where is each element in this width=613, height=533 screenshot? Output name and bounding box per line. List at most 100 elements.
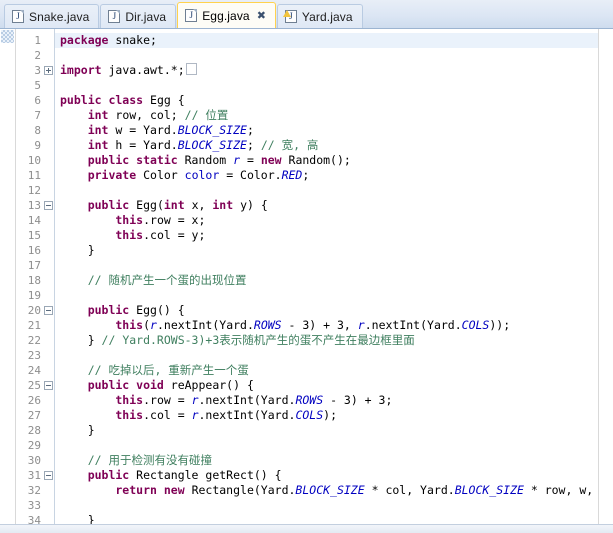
code-line[interactable]: }	[55, 423, 598, 438]
code-token-kw: public	[60, 303, 137, 317]
line-number: 6	[34, 94, 41, 107]
fold-expand-icon[interactable]	[44, 66, 53, 75]
code-line[interactable]: int w = Yard.BLOCK_SIZE;	[55, 123, 598, 138]
line-number: 1	[34, 34, 41, 47]
code-line[interactable]: }	[55, 243, 598, 258]
code-token-plain: Random	[184, 153, 234, 167]
code-token-plain: reAppear() {	[170, 378, 254, 392]
code-line[interactable]: this(r.nextInt(Yard.ROWS - 3) + 3, r.nex…	[55, 318, 598, 333]
editor-tab-dir-java[interactable]: Dir.java	[100, 4, 177, 28]
code-line[interactable]: // 用于检测有没有碰撞	[55, 453, 598, 468]
code-token-kw: int	[163, 198, 192, 212]
editor-body: 1 2 3 5 6 7 8 9 10 11 12 13 14 15 16 17 18 19 20 21 22 23 24 25…	[0, 29, 613, 524]
code-line[interactable]: public static Random r = new Random();	[55, 153, 598, 168]
code-token-kw: int	[60, 108, 116, 122]
java-file-icon	[12, 10, 24, 23]
code-line[interactable]: } // Yard.ROWS-3)+3表示随机产生的蛋不产生在最边框里面	[55, 333, 598, 348]
code-line[interactable]: int h = Yard.BLOCK_SIZE; // 宽, 高	[55, 138, 598, 153]
code-token-plain: (	[143, 318, 151, 332]
code-line[interactable]	[55, 48, 598, 63]
code-token-plain: Egg {	[150, 93, 185, 107]
code-line-current[interactable]: package snake;	[55, 33, 598, 48]
fold-cell	[43, 288, 54, 303]
code-line[interactable]: this.row = r.nextInt(Yard.ROWS - 3) + 3;	[55, 393, 598, 408]
fold-cell[interactable]	[43, 198, 54, 213]
line-number-ruler: 1 2 3 5 6 7 8 9 10 11 12 13 14 15 16 17 18 19 20 21 22 23 24 25…	[16, 29, 43, 524]
line-number: 33	[27, 499, 41, 512]
code-token-stat: r	[233, 153, 241, 167]
code-token-plain: Egg() {	[136, 303, 185, 317]
marker-annotation-bar[interactable]	[0, 29, 16, 524]
code-token-stat: ROWS	[295, 393, 324, 407]
fold-cell	[43, 243, 54, 258]
fold-cell[interactable]	[43, 303, 54, 318]
code-token-kw: this	[60, 228, 144, 242]
code-token-kw: int	[60, 138, 116, 152]
line-number: 24	[27, 364, 41, 377]
fold-cell[interactable]	[43, 63, 54, 78]
folded-region-placeholder-icon[interactable]	[185, 63, 197, 75]
code-token-plain: }	[60, 243, 95, 257]
code-token-plain: Random();	[288, 153, 351, 167]
code-line[interactable]: return new Rectangle(Yard.BLOCK_SIZE * c…	[55, 483, 598, 498]
fold-collapse-icon[interactable]	[44, 306, 53, 315]
code-token-plain: row, col;	[115, 108, 185, 122]
code-token-plain: Rectangle(Yard.	[191, 483, 296, 497]
code-token-kw: public	[60, 468, 137, 482]
editor-tab-yard-java[interactable]: Yard.java	[276, 4, 363, 28]
code-line[interactable]: public Egg() {	[55, 303, 598, 318]
line-number: 8	[34, 124, 41, 137]
code-line[interactable]: // 随机产生一个蛋的出现位置	[55, 273, 598, 288]
overview-ruler[interactable]	[598, 29, 613, 524]
editor-tab-bar: Snake.java Dir.java Egg.java ✖ Yard.java	[0, 0, 613, 29]
fold-cell	[43, 258, 54, 273]
code-line[interactable]	[55, 348, 598, 363]
editor-tab-snake-java[interactable]: Snake.java	[4, 4, 100, 28]
code-line[interactable]: int row, col; // 位置	[55, 108, 598, 123]
code-line[interactable]: public class Egg {	[55, 93, 598, 108]
code-line[interactable]	[55, 498, 598, 513]
code-token-cmt: // 位置	[184, 108, 229, 122]
code-line[interactable]	[55, 288, 598, 303]
code-folding-ruler[interactable]	[43, 29, 55, 524]
close-icon[interactable]: ✖	[257, 10, 266, 21]
fold-cell	[43, 183, 54, 198]
code-text-area[interactable]: package snake; import java.awt.*; public…	[55, 29, 598, 524]
fold-cell[interactable]	[43, 468, 54, 483]
editor-tab-egg-java[interactable]: Egg.java ✖	[177, 2, 276, 28]
code-line[interactable]: public Rectangle getRect() {	[55, 468, 598, 483]
line-number: 11	[27, 169, 41, 182]
code-line[interactable]	[55, 183, 598, 198]
fold-collapse-icon[interactable]	[44, 471, 53, 480]
code-line[interactable]	[55, 438, 598, 453]
code-line[interactable]: public void reAppear() {	[55, 378, 598, 393]
code-line[interactable]	[55, 258, 598, 273]
code-line[interactable]: this.col = r.nextInt(Yard.COLS);	[55, 408, 598, 423]
fold-cell	[43, 348, 54, 363]
line-number: 29	[27, 439, 41, 452]
code-line[interactable]: }	[55, 513, 598, 524]
code-line[interactable]: public Egg(int x, int y) {	[55, 198, 598, 213]
code-line[interactable]: private Color color = Color.RED;	[55, 168, 598, 183]
code-token-kw: this	[60, 213, 144, 227]
code-token-plain: .nextInt(Yard.	[198, 393, 296, 407]
code-line[interactable]	[55, 78, 598, 93]
code-token-kw: public void	[60, 378, 171, 392]
code-token-kw: this	[60, 408, 144, 422]
code-token-plain: .nextInt(Yard.	[198, 408, 296, 422]
code-token-kw: private	[60, 168, 144, 182]
line-number: 16	[27, 244, 41, 257]
fold-collapse-icon[interactable]	[44, 381, 53, 390]
fold-cell[interactable]	[43, 378, 54, 393]
code-token-plain: h = Yard.	[115, 138, 178, 152]
fold-collapse-icon[interactable]	[44, 201, 53, 210]
code-token-plain: Egg(	[136, 198, 164, 212]
line-number: 12	[27, 184, 41, 197]
code-line[interactable]: import java.awt.*;	[55, 63, 598, 78]
code-token-kw: import	[60, 63, 109, 77]
code-line[interactable]: this.row = x;	[55, 213, 598, 228]
code-line[interactable]: this.col = y;	[55, 228, 598, 243]
code-token-plain: - 3) + 3;	[323, 393, 393, 407]
fold-cell	[43, 48, 54, 63]
code-line[interactable]: // 吃掉以后, 重新产生一个蛋	[55, 363, 598, 378]
